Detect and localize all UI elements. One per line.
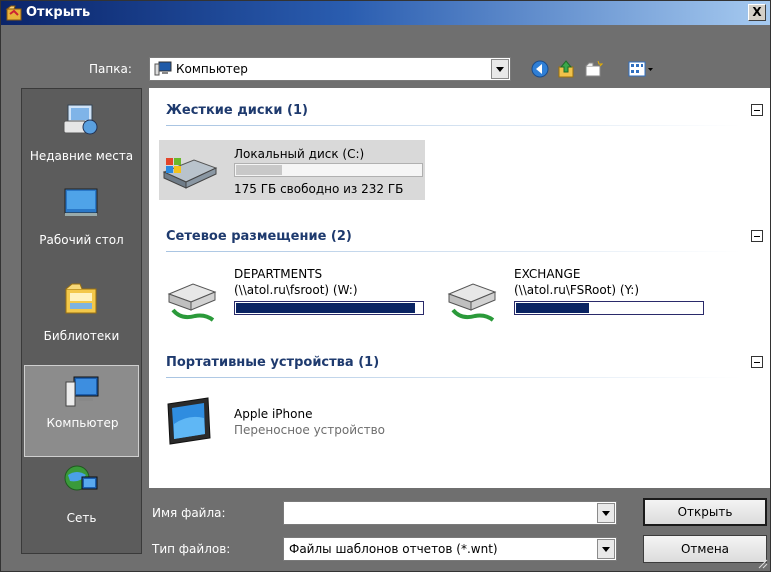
place-libraries[interactable]: Библиотеки (24, 273, 139, 365)
close-button[interactable]: X (748, 4, 766, 21)
group-divider (166, 377, 741, 378)
computer-icon (65, 376, 99, 407)
back-arrow-icon[interactable] (530, 59, 550, 79)
drive-usage-bar (234, 163, 423, 177)
recent-places-icon (63, 104, 98, 135)
drive-name: Локальный диск (C:) (234, 147, 365, 161)
network-drive-name: EXCHANGE (514, 267, 581, 281)
open-button[interactable]: Открыть (643, 498, 767, 526)
place-network[interactable]: Сеть (24, 455, 139, 547)
device-name: Apple iPhone (234, 407, 313, 421)
app-icon (5, 5, 22, 21)
portable-device-icon (167, 397, 211, 445)
group-header-network: Сетевое размещение (2) (166, 229, 352, 244)
network-drive-icon (447, 283, 497, 322)
cancel-button[interactable]: Отмена (643, 535, 767, 563)
new-folder-icon[interactable] (583, 59, 603, 79)
desktop-icon (64, 188, 98, 216)
drive-usage-fill (236, 303, 415, 313)
open-file-dialog: Открыть X Папка: Компьютер Недавние мест… (0, 0, 771, 572)
filetype-label: Тип файлов: (152, 542, 231, 556)
device-subtitle: Переносное устройство (234, 423, 386, 437)
drive-free-space: 175 ГБ свободно из 232 ГБ (234, 182, 404, 196)
file-view: Жесткие диски (1) Локальный диск (C:) 17… (149, 88, 770, 488)
filetype-select[interactable]: Файлы шаблонов отчетов (*.wnt) (283, 537, 617, 561)
chevron-down-icon[interactable] (597, 503, 615, 523)
place-desktop[interactable]: Рабочий стол (24, 185, 139, 277)
resize-grip-icon[interactable] (758, 559, 768, 569)
folder-select-value: Компьютер (176, 62, 248, 76)
group-divider (166, 125, 741, 126)
collapse-icon[interactable] (751, 356, 763, 368)
filename-input[interactable] (283, 501, 617, 525)
network-drive-name: DEPARTMENTS (234, 267, 323, 281)
collapse-icon[interactable] (751, 104, 763, 116)
place-label: Недавние места (29, 149, 134, 163)
collapse-icon[interactable] (751, 230, 763, 242)
network-icon (64, 465, 98, 491)
network-drive-path: (\\atol.ru\fsroot) (W:) (234, 283, 358, 297)
title-bar: Открыть X (1, 1, 770, 25)
drive-usage-bar (514, 301, 704, 315)
view-menu-icon[interactable] (627, 59, 655, 79)
group-divider (166, 251, 741, 252)
chevron-down-icon[interactable] (491, 59, 509, 79)
place-recent[interactable]: Недавние места (24, 93, 139, 185)
group-header-portable: Портативные устройства (1) (166, 355, 380, 370)
folder-label: Папка: (89, 62, 132, 76)
computer-small-icon (154, 61, 172, 76)
group-header-hard-disks: Жесткие диски (1) (166, 103, 308, 118)
chevron-down-icon[interactable] (597, 539, 615, 559)
place-label: Библиотеки (43, 329, 120, 343)
drive-usage-fill (236, 165, 282, 175)
network-drive-path: (\\atol.ru\FSRoot) (Y:) (514, 283, 640, 297)
filename-label: Имя файла: (152, 506, 226, 520)
folder-up-icon[interactable] (556, 59, 576, 79)
folder-select[interactable]: Компьютер (149, 57, 511, 81)
place-computer[interactable]: Компьютер (24, 365, 139, 457)
libraries-icon (65, 283, 97, 314)
window-title: Открыть (26, 5, 91, 20)
place-label: Рабочий стол (39, 233, 124, 247)
local-disk-icon (162, 158, 218, 189)
filetype-value: Файлы шаблонов отчетов (*.wnt) (289, 542, 498, 556)
place-label: Сеть (66, 511, 97, 525)
place-label: Компьютер (46, 416, 119, 430)
network-drive-icon (167, 283, 217, 322)
drive-usage-fill (516, 303, 589, 313)
places-bar: Недавние места Рабочий стол Библиотеки К… (21, 88, 142, 554)
drive-usage-bar (234, 301, 424, 315)
